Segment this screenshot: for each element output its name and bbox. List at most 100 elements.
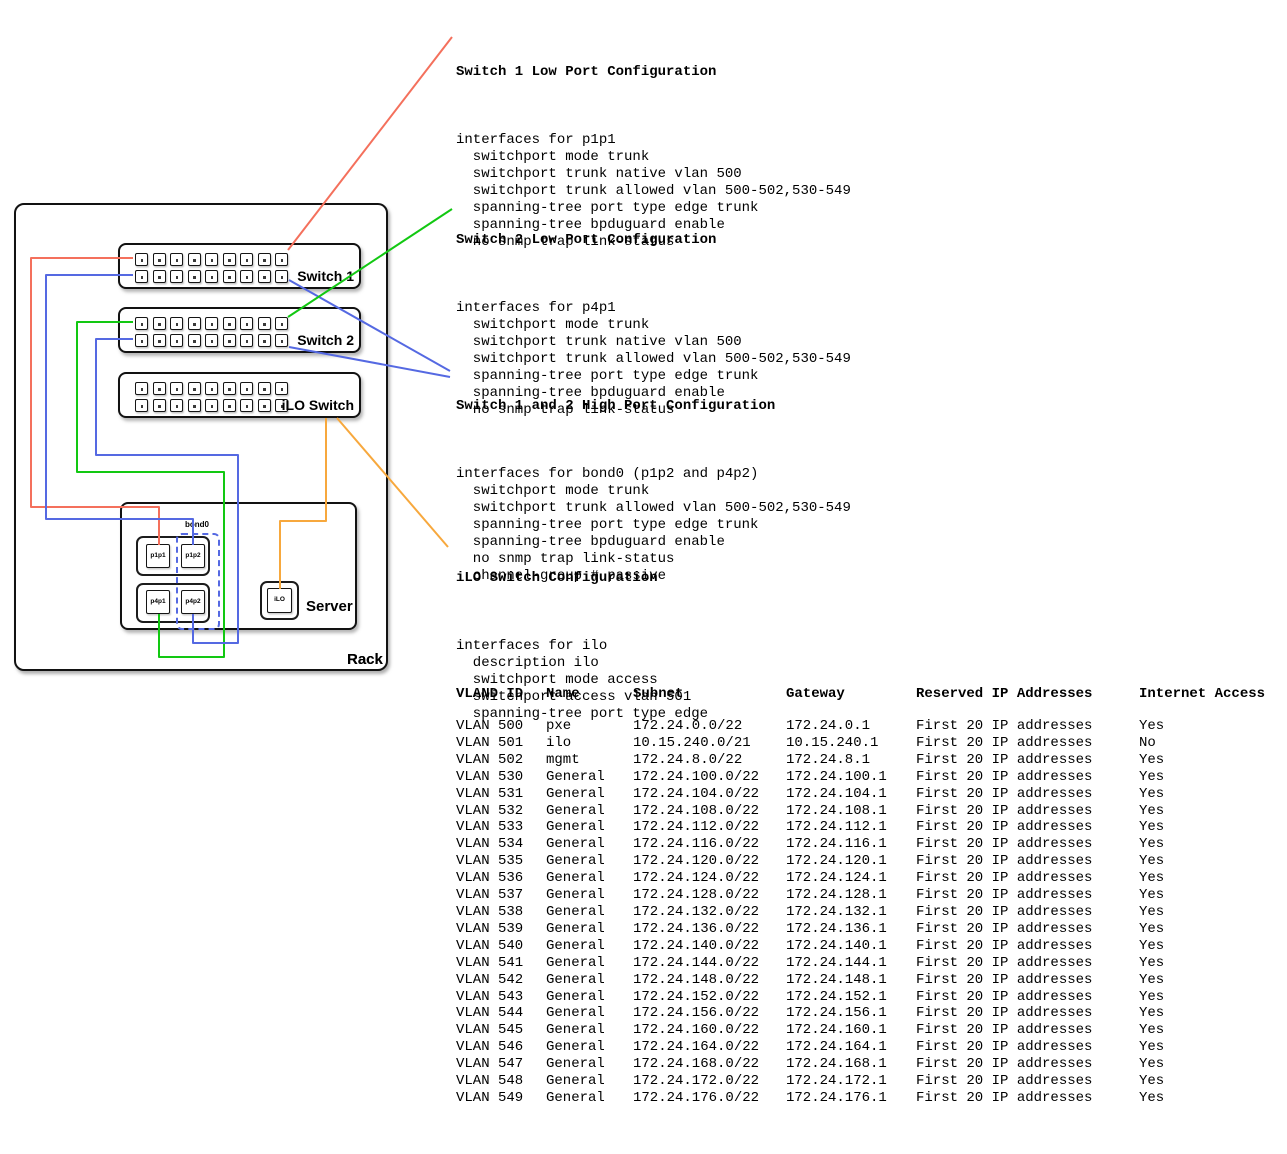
- table-cell: VLAN 533: [456, 819, 523, 836]
- table-cell: 172.24.140.1: [786, 938, 887, 955]
- table-cell: 172.24.100.0/22: [633, 769, 759, 786]
- table-cell: General: [546, 989, 605, 1006]
- table-cell: pxe: [546, 718, 571, 735]
- table-row: VLAN 544General172.24.156.0/22172.24.156…: [456, 1005, 1286, 1022]
- switch-2-label: Switch 2: [297, 332, 354, 348]
- table-cell: 172.24.8.0/22: [633, 752, 742, 769]
- table-cell: Yes: [1139, 718, 1164, 735]
- table-cell: General: [546, 836, 605, 853]
- config-title: iLO Switch Configuration: [456, 570, 708, 587]
- switch-port: [135, 253, 148, 266]
- switch-port: [258, 317, 271, 330]
- switch-port: [223, 382, 236, 395]
- table-cell: General: [546, 921, 605, 938]
- table-cell: Yes: [1139, 1022, 1164, 1039]
- table-cell: 172.24.168.1: [786, 1056, 887, 1073]
- table-cell: 172.24.144.1: [786, 955, 887, 972]
- table-cell: VLAN 538: [456, 904, 523, 921]
- server-port-p1p1: p1p1: [146, 544, 170, 568]
- table-header-cell: Internet Access: [1139, 686, 1265, 703]
- table-cell: VLAN 537: [456, 887, 523, 904]
- config-line: interfaces for ilo: [456, 638, 708, 655]
- table-cell: First 20 IP addresses: [916, 836, 1092, 853]
- switch-port: [240, 399, 253, 412]
- switch-port: [240, 317, 253, 330]
- switch-port: [240, 253, 253, 266]
- table-cell: 172.24.160.1: [786, 1022, 887, 1039]
- table-cell: 172.24.108.0/22: [633, 803, 759, 820]
- table-cell: First 20 IP addresses: [916, 1090, 1092, 1107]
- table-cell: Yes: [1139, 972, 1164, 989]
- config-title: Switch 1 and 2 High Port Configuration: [456, 398, 851, 415]
- config-line: switchport trunk native vlan 500: [456, 166, 851, 183]
- table-cell: 172.24.136.1: [786, 921, 887, 938]
- table-cell: 172.24.8.1: [786, 752, 870, 769]
- table-cell: VLAN 539: [456, 921, 523, 938]
- switch-port: [223, 317, 236, 330]
- table-cell: First 20 IP addresses: [916, 938, 1092, 955]
- table-row: VLAN 501ilo10.15.240.0/2110.15.240.1Firs…: [456, 735, 1286, 752]
- switch-port: [153, 334, 166, 347]
- switch-port: [188, 253, 201, 266]
- config-line: spanning-tree port type edge trunk: [456, 517, 851, 534]
- config-line: interfaces for p1p1: [456, 132, 851, 149]
- config-line: description ilo: [456, 655, 708, 672]
- config-line: switchport trunk native vlan 500: [456, 334, 851, 351]
- switch-port: [275, 317, 288, 330]
- table-cell: ilo: [546, 735, 571, 752]
- switch-port: [153, 382, 166, 395]
- table-cell: 172.24.144.0/22: [633, 955, 759, 972]
- table-row: VLAN 542General172.24.148.0/22172.24.148…: [456, 972, 1286, 989]
- table-header-cell: Reserved IP Addresses: [916, 686, 1092, 703]
- server-port-p4p1: p4p1: [146, 590, 170, 614]
- table-row: VLAN 540General172.24.140.0/22172.24.140…: [456, 938, 1286, 955]
- table-cell: First 20 IP addresses: [916, 1022, 1092, 1039]
- table-cell: First 20 IP addresses: [916, 752, 1092, 769]
- switch-1-box: Switch 1: [118, 243, 361, 289]
- table-cell: Yes: [1139, 938, 1164, 955]
- table-header-cell: Name: [546, 686, 580, 703]
- table-cell: Yes: [1139, 803, 1164, 820]
- table-row: VLAN 547General172.24.168.0/22172.24.168…: [456, 1056, 1286, 1073]
- table-cell: General: [546, 853, 605, 870]
- table-cell: VLAN 540: [456, 938, 523, 955]
- table-row: VLAN 500pxe172.24.0.0/22172.24.0.1First …: [456, 718, 1286, 735]
- switch-port: [135, 334, 148, 347]
- table-cell: 172.24.128.0/22: [633, 887, 759, 904]
- switch-port: [258, 253, 271, 266]
- switch-port: [275, 270, 288, 283]
- table-row: VLAN 548General172.24.172.0/22172.24.172…: [456, 1073, 1286, 1090]
- switch-port: [258, 382, 271, 395]
- switch-port: [170, 317, 183, 330]
- table-cell: 172.24.168.0/22: [633, 1056, 759, 1073]
- table-cell: 10.15.240.1: [786, 735, 878, 752]
- table-cell: VLAN 530: [456, 769, 523, 786]
- table-cell: Yes: [1139, 955, 1164, 972]
- table-cell: 172.24.136.0/22: [633, 921, 759, 938]
- table-cell: No: [1139, 735, 1156, 752]
- table-cell: Yes: [1139, 752, 1164, 769]
- table-cell: 172.24.124.1: [786, 870, 887, 887]
- table-cell: General: [546, 1022, 605, 1039]
- switch-port: [170, 270, 183, 283]
- table-cell: General: [546, 1039, 605, 1056]
- table-cell: General: [546, 870, 605, 887]
- table-cell: Yes: [1139, 921, 1164, 938]
- table-cell: 172.24.104.1: [786, 786, 887, 803]
- table-cell: 172.24.112.1: [786, 819, 887, 836]
- table-cell: 172.24.152.1: [786, 989, 887, 1006]
- table-cell: Yes: [1139, 989, 1164, 1006]
- ilo-switch-label: iLO Switch: [282, 397, 354, 413]
- table-cell: General: [546, 904, 605, 921]
- table-cell: General: [546, 1005, 605, 1022]
- bond0-label: bond0: [180, 520, 214, 529]
- switch-port: [205, 317, 218, 330]
- table-row: VLAN 535General172.24.120.0/22172.24.120…: [456, 853, 1286, 870]
- switch-port: [223, 270, 236, 283]
- ilo-switch-box: iLO Switch: [118, 372, 361, 418]
- server-label: Server: [306, 598, 353, 615]
- table-cell: First 20 IP addresses: [916, 853, 1092, 870]
- vlan-table-header: VLAND IDNameSubnetGatewayReserved IP Add…: [456, 686, 1286, 703]
- table-cell: General: [546, 955, 605, 972]
- table-cell: First 20 IP addresses: [916, 769, 1092, 786]
